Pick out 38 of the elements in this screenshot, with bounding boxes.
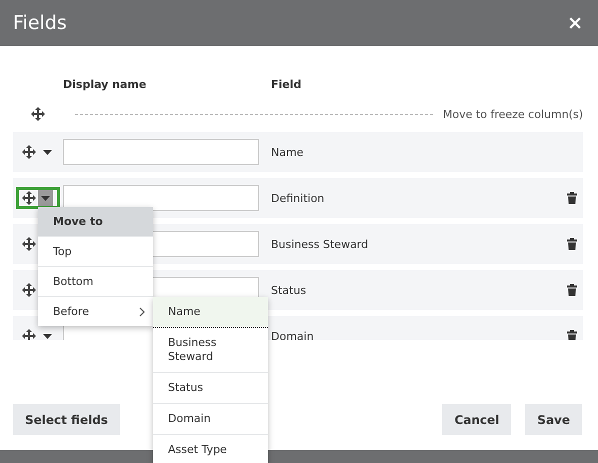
menu-item[interactable]: Status (153, 372, 268, 403)
move-icon[interactable] (22, 237, 36, 251)
caret-button[interactable] (38, 190, 53, 206)
menu-item[interactable]: Domain (153, 403, 268, 434)
field-name: Name (271, 146, 304, 158)
select-fields-button[interactable]: Select fields (13, 404, 120, 435)
trash-icon[interactable] (567, 238, 577, 250)
window-title: Fields (13, 12, 67, 34)
column-header: Field (271, 78, 302, 93)
menu-header: Move to (38, 207, 153, 236)
move-icon[interactable] (22, 329, 36, 340)
trash-icon[interactable] (567, 330, 577, 340)
move-icon[interactable] (31, 107, 45, 121)
trash-icon[interactable] (567, 284, 577, 296)
caret-icon (41, 196, 50, 200)
save-button[interactable]: Save (525, 404, 582, 435)
freeze-hint: Move to freeze column(s) (442, 108, 583, 120)
menu-item[interactable]: Before (53, 297, 89, 326)
menu-item[interactable]: Top (53, 237, 72, 266)
menu-item[interactable]: Bottom (53, 267, 94, 296)
move-icon[interactable] (22, 283, 36, 297)
field-name: Status (271, 284, 308, 296)
field-name: Definition (271, 192, 326, 204)
move-icon[interactable] (22, 191, 36, 205)
input-field[interactable] (63, 139, 259, 165)
caret-icon[interactable] (42, 150, 52, 154)
input-field[interactable] (63, 185, 259, 211)
menu-item[interactable]: Business Steward (153, 328, 268, 372)
field-name: Domain (271, 330, 315, 340)
close-button[interactable]: × (565, 12, 585, 34)
move-icon[interactable] (22, 145, 36, 159)
column-header: Display name (63, 78, 148, 93)
menu-item[interactable]: Asset Type (153, 434, 268, 463)
trash-icon[interactable] (567, 192, 577, 204)
field-name: Business Steward (271, 238, 370, 250)
cancel-button[interactable]: Cancel (442, 404, 512, 435)
caret-icon[interactable] (42, 334, 52, 338)
menu-item[interactable]: Name (153, 297, 268, 328)
